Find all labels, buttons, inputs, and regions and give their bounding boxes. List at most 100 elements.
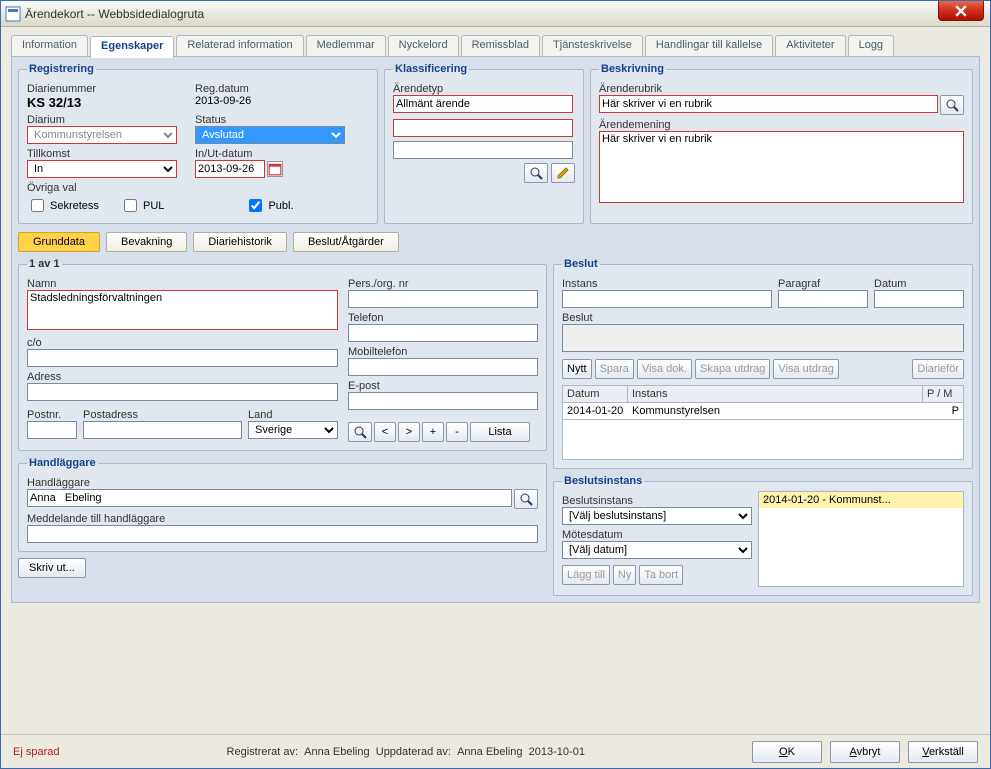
tillkomst-select[interactable]: In <box>27 160 177 178</box>
nav-next-button[interactable]: > <box>398 422 420 442</box>
nytt-button[interactable]: Nytt <box>562 359 592 379</box>
rubrik-search-button[interactable] <box>940 95 964 115</box>
visautdrag-button[interactable]: Visa utdrag <box>773 359 838 379</box>
visadok-button[interactable]: Visa dok. <box>637 359 692 379</box>
handlaggare-legend: Handläggare <box>27 457 98 469</box>
search-icon <box>353 425 367 439</box>
beslut-table-row[interactable]: 2014-01-20 Kommunstyrelsen P <box>562 403 964 420</box>
meddelande-input[interactable] <box>27 525 538 543</box>
tab-tjansteskrivelse[interactable]: Tjänsteskrivelse <box>542 35 643 56</box>
pul-check[interactable]: PUL <box>120 196 164 215</box>
app-icon <box>5 6 21 22</box>
beskrivning-legend: Beskrivning <box>599 63 666 75</box>
tabort-button[interactable]: Ta bort <box>639 565 683 585</box>
skrivut-button[interactable]: Skriv ut... <box>18 558 86 578</box>
rubrik-label: Ärenderubrik <box>599 83 964 95</box>
persorg-input[interactable] <box>348 290 538 308</box>
adress-input[interactable] <box>27 383 338 401</box>
klassificering-card: Klassificering Ärendetyp <box>384 63 584 224</box>
subtab-grunddata[interactable]: Grunddata <box>18 232 100 252</box>
mening-textarea[interactable]: Här skriver vi en rubrik <box>599 131 964 203</box>
tab-remissblad[interactable]: Remissblad <box>461 35 540 56</box>
beslutsinstans-list[interactable]: 2014-01-20 - Kommunst... <box>758 491 964 587</box>
klassificering-legend: Klassificering <box>393 63 469 75</box>
beslut-table-header: Datum Instans P / M <box>562 385 964 403</box>
diarium-select[interactable]: Kommunstyrelsen <box>27 126 177 144</box>
tab-information[interactable]: Information <box>11 35 88 56</box>
avbryt-button[interactable]: Avbryt <box>830 741 900 763</box>
registrering-legend: Registrering <box>27 63 96 75</box>
subtab-bevakning[interactable]: Bevakning <box>106 232 187 252</box>
pencil-icon <box>556 166 570 180</box>
beslut-card: Beslut Instans Paragraf Datum Beslut Nyt… <box>553 258 973 469</box>
tab-relaterad[interactable]: Relaterad information <box>176 35 303 56</box>
co-input[interactable] <box>27 349 338 367</box>
nav-add-button[interactable]: + <box>422 422 444 442</box>
diariefor-button[interactable]: Diarieför <box>912 359 964 379</box>
ok-button[interactable]: OK <box>752 741 822 763</box>
close-button[interactable] <box>938 1 984 21</box>
beslut-textarea[interactable] <box>562 324 964 352</box>
diarienummer-value: KS 32/13 <box>27 95 81 110</box>
calendar-icon[interactable] <box>267 161 283 177</box>
klass-search-button[interactable] <box>524 163 548 183</box>
footer-status-text: Registrerat av: Anna Ebeling Uppdaterad … <box>67 746 744 758</box>
titlebar: Ärendekort -- Webbsidedialogruta <box>1 1 990 27</box>
handlaggare-search-button[interactable] <box>514 489 538 509</box>
nav-search-button[interactable] <box>348 422 372 442</box>
skapautdrag-button[interactable]: Skapa utdrag <box>695 359 770 379</box>
sekretess-check[interactable]: Sekretess <box>27 196 99 215</box>
handlaggare-input[interactable] <box>27 489 512 507</box>
beslut-table-empty <box>562 420 964 460</box>
subtab-beslut[interactable]: Beslut/Åtgärder <box>293 232 399 252</box>
ny-button[interactable]: Ny <box>613 565 636 585</box>
ovriga-label: Övriga val <box>27 182 369 194</box>
tab-aktiviteter[interactable]: Aktiviteter <box>775 35 845 56</box>
beslut-datum-input[interactable] <box>874 290 964 308</box>
mobil-label: Mobiltelefon <box>348 346 538 358</box>
mobil-input[interactable] <box>348 358 538 376</box>
klass-input-3[interactable] <box>393 141 573 159</box>
beslut-legend: Beslut <box>562 258 600 270</box>
klass-edit-button[interactable] <box>551 163 575 183</box>
laggtill-button[interactable]: Lägg till <box>562 565 610 585</box>
tab-nyckelord[interactable]: Nyckelord <box>388 35 459 56</box>
tab-egenskaper[interactable]: Egenskaper <box>90 36 174 58</box>
nav-prev-button[interactable]: < <box>374 422 396 442</box>
rubrik-input[interactable] <box>599 95 938 113</box>
arendetyp-input[interactable] <box>393 95 573 113</box>
klass-input-2[interactable] <box>393 119 573 137</box>
beslutsinstans-select[interactable]: [Välj beslutsinstans] <box>562 507 752 525</box>
lista-button[interactable]: Lista <box>470 422 530 442</box>
spara-button[interactable]: Spara <box>595 359 634 379</box>
inut-label: In/Ut-datum <box>195 148 355 160</box>
grunddata-counter: 1 av 1 <box>27 258 62 270</box>
postadr-label: Postadress <box>83 409 242 421</box>
postadr-input[interactable] <box>83 421 242 439</box>
search-icon <box>519 492 533 506</box>
epost-input[interactable] <box>348 392 538 410</box>
verkstall-button[interactable]: Verkställ <box>908 741 978 763</box>
paragraf-input[interactable] <box>778 290 868 308</box>
beslutsinstans-list-item[interactable]: 2014-01-20 - Kommunst... <box>759 492 963 508</box>
tab-medlemmar[interactable]: Medlemmar <box>306 35 386 56</box>
inut-input[interactable] <box>195 160 265 178</box>
epost-label: E-post <box>348 380 538 392</box>
adress-label: Adress <box>27 371 338 383</box>
tel-input[interactable] <box>348 324 538 342</box>
postnr-input[interactable] <box>27 421 77 439</box>
motesdatum-select[interactable]: [Välj datum] <box>562 541 752 559</box>
land-select[interactable]: Sverige <box>248 421 338 439</box>
nav-remove-button[interactable]: - <box>446 422 468 442</box>
status-select[interactable]: Avslutad <box>195 126 345 144</box>
publ-check[interactable]: Publ. <box>245 196 293 215</box>
close-icon <box>955 5 967 17</box>
tab-logg[interactable]: Logg <box>848 35 894 56</box>
instans-input[interactable] <box>562 290 772 308</box>
namn-textarea[interactable]: Stadsledningsförvaltningen <box>27 290 338 330</box>
tab-handlingar[interactable]: Handlingar till kallelse <box>645 35 773 56</box>
content: Information Egenskaper Relaterad informa… <box>1 27 990 768</box>
registrering-card: Registrering Diarienummer KS 32/13 Reg.d… <box>18 63 378 224</box>
diarium-label: Diarium <box>27 114 187 126</box>
subtab-diariehistorik[interactable]: Diariehistorik <box>193 232 287 252</box>
